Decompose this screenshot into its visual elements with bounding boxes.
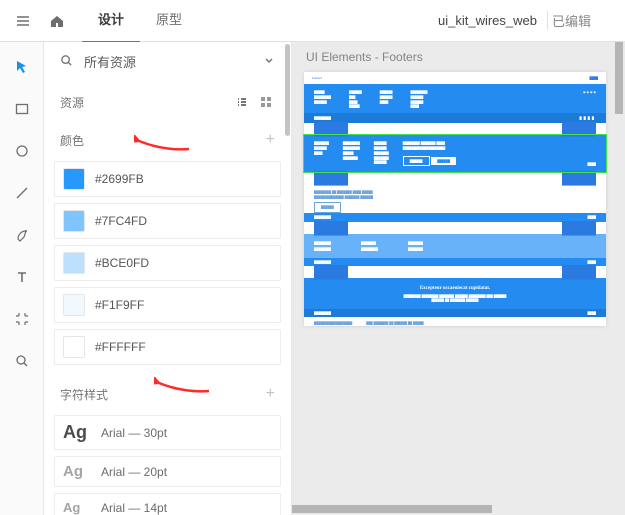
pen-tool[interactable] — [0, 214, 44, 256]
footer-block[interactable]: Footers████ — [304, 72, 606, 84]
char-style-label: Arial — 14pt — [101, 501, 167, 515]
swatch-chip — [63, 294, 85, 316]
canvas-scrollbar-h[interactable] — [292, 505, 492, 513]
footer-block[interactable]: ██████████████████ ███ ███████ ██ ██████… — [304, 317, 606, 326]
chevron-down-icon — [263, 54, 275, 69]
assets-panel: 所有资源 资源 颜色 + #2699FB — [44, 42, 292, 515]
footer-block[interactable]: Excepteur occaeuiecat cupidatat. ███████… — [304, 278, 606, 318]
char-style[interactable]: Ag Arial — 30pt — [54, 415, 281, 450]
add-charstyle-icon[interactable]: + — [266, 385, 275, 403]
document-title[interactable]: ui_kit_wires_web — [428, 13, 547, 28]
footer-block[interactable]: ████████████████ ███████████████ ███████… — [304, 234, 606, 266]
ellipse-tool[interactable] — [0, 130, 44, 172]
ag-sample: Ag — [63, 500, 91, 515]
select-tool[interactable] — [0, 46, 44, 88]
rectangle-tool[interactable] — [0, 88, 44, 130]
swatch-label: #F1F9FF — [95, 298, 144, 312]
swatch-chip — [63, 252, 85, 274]
color-swatch[interactable]: #FFFFFF — [54, 329, 281, 365]
hamburger-icon[interactable] — [6, 0, 40, 42]
color-swatch[interactable]: #2699FB — [54, 161, 281, 197]
footer-headline: Excepteur occaeuiecat cupidatat. — [314, 286, 596, 291]
line-tool[interactable] — [0, 172, 44, 214]
footer-block[interactable]: ████████ — [304, 266, 606, 278]
section-resources: 资源 — [44, 79, 291, 117]
swatch-label: #2699FB — [95, 172, 144, 186]
ag-sample: Ag — [63, 463, 91, 480]
swatch-chip — [63, 168, 85, 190]
mode-tabs: 设计 原型 — [82, 0, 198, 43]
swatch-label: #BCE0FD — [95, 256, 149, 270]
swatch-chip — [63, 210, 85, 232]
footer-block[interactable]: ████████ — [304, 123, 606, 135]
home-icon[interactable] — [40, 0, 74, 42]
color-swatch[interactable]: #BCE0FD — [54, 245, 281, 281]
document-status: 已编辑 — [547, 11, 619, 30]
char-style-label: Arial — 30pt — [101, 426, 167, 440]
color-swatch[interactable]: #F1F9FF — [54, 287, 281, 323]
swatch-label: #7FC4FD — [95, 214, 147, 228]
zoom-tool[interactable] — [0, 340, 44, 382]
char-style[interactable]: Ag Arial — 14pt — [54, 493, 281, 515]
char-style[interactable]: Ag Arial — 20pt — [54, 456, 281, 487]
artboard-tool[interactable] — [0, 298, 44, 340]
footer-block[interactable]: ████████ ██ ███████ ████ █████ █████████… — [304, 184, 606, 221]
artboard-title[interactable]: UI Elements - Footers — [306, 50, 423, 64]
text-tool[interactable] — [0, 256, 44, 298]
footer-block[interactable]: ████████ — [304, 172, 606, 184]
footer-block[interactable]: ████████ — [304, 222, 606, 234]
footer-block[interactable]: ███████████████████ ██████████████████ █… — [304, 84, 606, 123]
tab-design[interactable]: 设计 — [82, 0, 140, 43]
main-area: 所有资源 资源 颜色 + #2699FB — [0, 42, 625, 515]
search-icon — [60, 54, 76, 70]
top-bar: 设计 原型 ui_kit_wires_web 已编辑 — [0, 0, 625, 42]
char-style-label: Arial — 20pt — [101, 465, 167, 479]
view-toggle — [233, 93, 275, 111]
tab-prototype[interactable]: 原型 — [140, 0, 198, 43]
annotation-arrow — [154, 377, 214, 397]
grid-view-icon[interactable] — [257, 93, 275, 111]
search-label: 所有资源 — [84, 52, 263, 71]
swatch-chip — [63, 336, 85, 358]
tool-column — [0, 42, 44, 515]
color-swatch[interactable]: #7FC4FD — [54, 203, 281, 239]
artboard[interactable]: Footers████ ███████████████████ ████████… — [304, 72, 606, 326]
annotation-arrow — [134, 135, 194, 155]
add-color-icon[interactable]: + — [266, 131, 275, 149]
list-view-icon[interactable] — [233, 93, 251, 111]
canvas-scrollbar-v[interactable] — [615, 42, 623, 114]
swatch-label: #FFFFFF — [95, 340, 146, 354]
ag-sample: Ag — [63, 422, 91, 443]
canvas[interactable]: UI Elements - Footers Footers████ ██████… — [292, 42, 625, 515]
footer-block[interactable]: █████████████████ ██████████████████████… — [304, 135, 606, 172]
assets-search[interactable]: 所有资源 — [44, 42, 291, 79]
